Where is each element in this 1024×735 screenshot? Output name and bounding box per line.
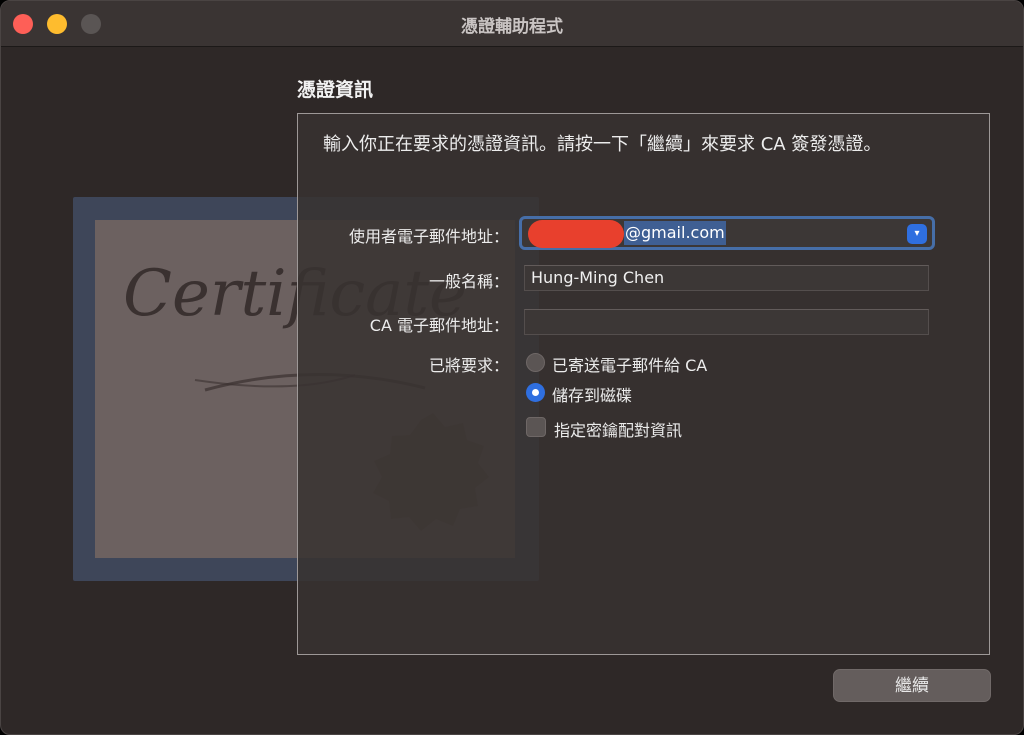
radio-email-to-ca[interactable]	[526, 353, 545, 372]
certificate-assistant-window: 憑證輔助程式 Certificate 憑證資訊 輸入你正在要求的憑證資訊。請按一…	[0, 0, 1024, 735]
email-domain-text: @gmail.com	[624, 221, 726, 245]
common-name-label: 一般名稱：	[428, 272, 509, 291]
continue-button[interactable]: 繼續	[833, 669, 991, 702]
section-title: 憑證資訊	[297, 79, 374, 101]
user-email-field[interactable]: @gmail.com ▾	[519, 216, 935, 250]
chevron-down-icon[interactable]: ▾	[907, 224, 927, 244]
radio-email-to-ca-label: 已寄送電子郵件給 CA	[552, 356, 708, 375]
ca-email-label: CA 電子郵件地址：	[369, 316, 509, 335]
radio-save-to-disk-label: 儲存到磁碟	[552, 386, 633, 405]
window-title: 憑證輔助程式	[461, 17, 563, 37]
common-name-field[interactable]: Hung-Ming Chen	[524, 265, 929, 291]
redacted-email-name	[528, 220, 624, 248]
email-label: 使用者電子郵件地址：	[348, 227, 509, 246]
instructions-text: 輸入你正在要求的憑證資訊。請按一下「繼續」來要求 CA 簽發憑證。	[323, 134, 882, 155]
ca-email-field[interactable]	[524, 309, 929, 335]
request-label: 已將要求：	[428, 356, 509, 375]
key-pair-label: 指定密鑰配對資訊	[554, 421, 683, 440]
title-bar: 憑證輔助程式	[1, 1, 1023, 47]
certificate-info-panel	[297, 113, 990, 655]
radio-save-to-disk[interactable]	[526, 383, 545, 402]
key-pair-checkbox[interactable]	[526, 417, 546, 437]
